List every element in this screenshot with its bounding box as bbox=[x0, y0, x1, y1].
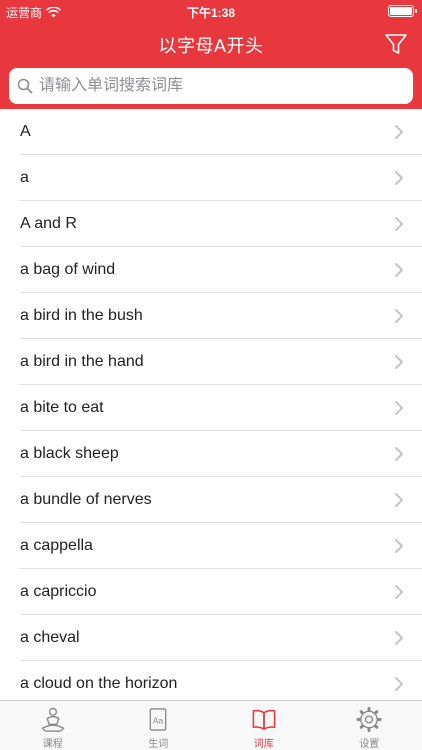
list-item[interactable]: a capriccio bbox=[0, 569, 422, 615]
list-item-label: a bird in the hand bbox=[20, 353, 144, 370]
chevron-right-icon bbox=[395, 539, 403, 553]
nav-bar: 以字母A开头 bbox=[0, 22, 422, 66]
chevron-right-icon bbox=[395, 217, 403, 231]
status-bar: 运营商 下午1:38 bbox=[0, 0, 422, 22]
list-item-label: A and R bbox=[20, 215, 77, 232]
battery-icon bbox=[388, 5, 417, 17]
list-item-label: a bite to eat bbox=[20, 399, 104, 416]
search-bar[interactable] bbox=[9, 68, 413, 104]
chevron-right-icon bbox=[395, 585, 403, 599]
list-item-label: a capriccio bbox=[20, 583, 97, 600]
list-item[interactable]: a bird in the bush bbox=[0, 293, 422, 339]
list-item-label: a bundle of nerves bbox=[20, 491, 152, 508]
tab-label: 生词 bbox=[148, 739, 169, 750]
list-item[interactable]: a bite to eat bbox=[0, 385, 422, 431]
list-item-label: a black sheep bbox=[20, 445, 119, 462]
chevron-right-icon bbox=[395, 631, 403, 645]
status-time: 下午1:38 bbox=[186, 6, 236, 20]
filter-icon bbox=[385, 34, 407, 54]
tab-label: 词库 bbox=[253, 739, 274, 750]
list-item[interactable]: a bundle of nerves bbox=[0, 477, 422, 523]
battery-fill bbox=[390, 7, 412, 15]
list-item[interactable]: a cheval bbox=[0, 615, 422, 661]
filter-button[interactable] bbox=[382, 30, 410, 58]
list-item[interactable]: A bbox=[0, 109, 422, 155]
chevron-right-icon bbox=[395, 263, 403, 277]
list-item[interactable]: a cloud on the horizon bbox=[0, 661, 422, 700]
word-list: Aa A and R a bag of wind a bird in the bush… bbox=[0, 109, 422, 700]
chevron-right-icon bbox=[395, 447, 403, 461]
chevron-right-icon bbox=[395, 677, 403, 691]
tab-bar: 课程 Aa 生词 词库 设置 bbox=[0, 700, 422, 750]
tab-label: 设置 bbox=[359, 739, 380, 750]
tab-courses[interactable]: 课程 bbox=[0, 701, 106, 750]
list-item-label: a bird in the bush bbox=[20, 307, 143, 324]
list-item-label: A bbox=[20, 123, 31, 140]
header: 运营商 下午1:38 以字母A开头 bbox=[0, 0, 422, 109]
page-title: 以字母A开头 bbox=[158, 36, 264, 56]
list-item-label: a cloud on the horizon bbox=[20, 675, 178, 692]
tab-label: 课程 bbox=[42, 739, 63, 750]
list-item[interactable]: a bag of wind bbox=[0, 247, 422, 293]
list-item[interactable]: A and R bbox=[0, 201, 422, 247]
tab-settings[interactable]: 设置 bbox=[317, 701, 422, 750]
list-item[interactable]: a bird in the hand bbox=[0, 339, 422, 385]
list-item-label: a bbox=[20, 169, 29, 186]
list-item-label: a cheval bbox=[20, 629, 80, 646]
svg-text:Aa: Aa bbox=[153, 715, 164, 725]
chevron-right-icon bbox=[395, 493, 403, 507]
open-book-icon bbox=[252, 709, 276, 730]
list-item[interactable]: a cappella bbox=[0, 523, 422, 569]
tab-wordbank[interactable]: 词库 bbox=[211, 701, 317, 750]
chevron-right-icon bbox=[395, 125, 403, 139]
tab-vocabulary[interactable]: Aa 生词 bbox=[106, 701, 212, 750]
list-item-label: a bag of wind bbox=[20, 261, 116, 278]
list-item[interactable]: a black sheep bbox=[0, 431, 422, 477]
chevron-right-icon bbox=[395, 171, 403, 185]
list-item-label: a cappella bbox=[20, 537, 93, 554]
search-input[interactable] bbox=[39, 77, 399, 95]
gear-icon bbox=[356, 706, 382, 733]
search-icon bbox=[17, 78, 33, 94]
chevron-right-icon bbox=[395, 401, 403, 415]
chevron-right-icon bbox=[395, 355, 403, 369]
dictionary-aa-icon: Aa bbox=[149, 708, 167, 731]
meditation-person-icon bbox=[41, 707, 65, 732]
list-item[interactable]: a bbox=[0, 155, 422, 201]
chevron-right-icon bbox=[395, 309, 403, 323]
